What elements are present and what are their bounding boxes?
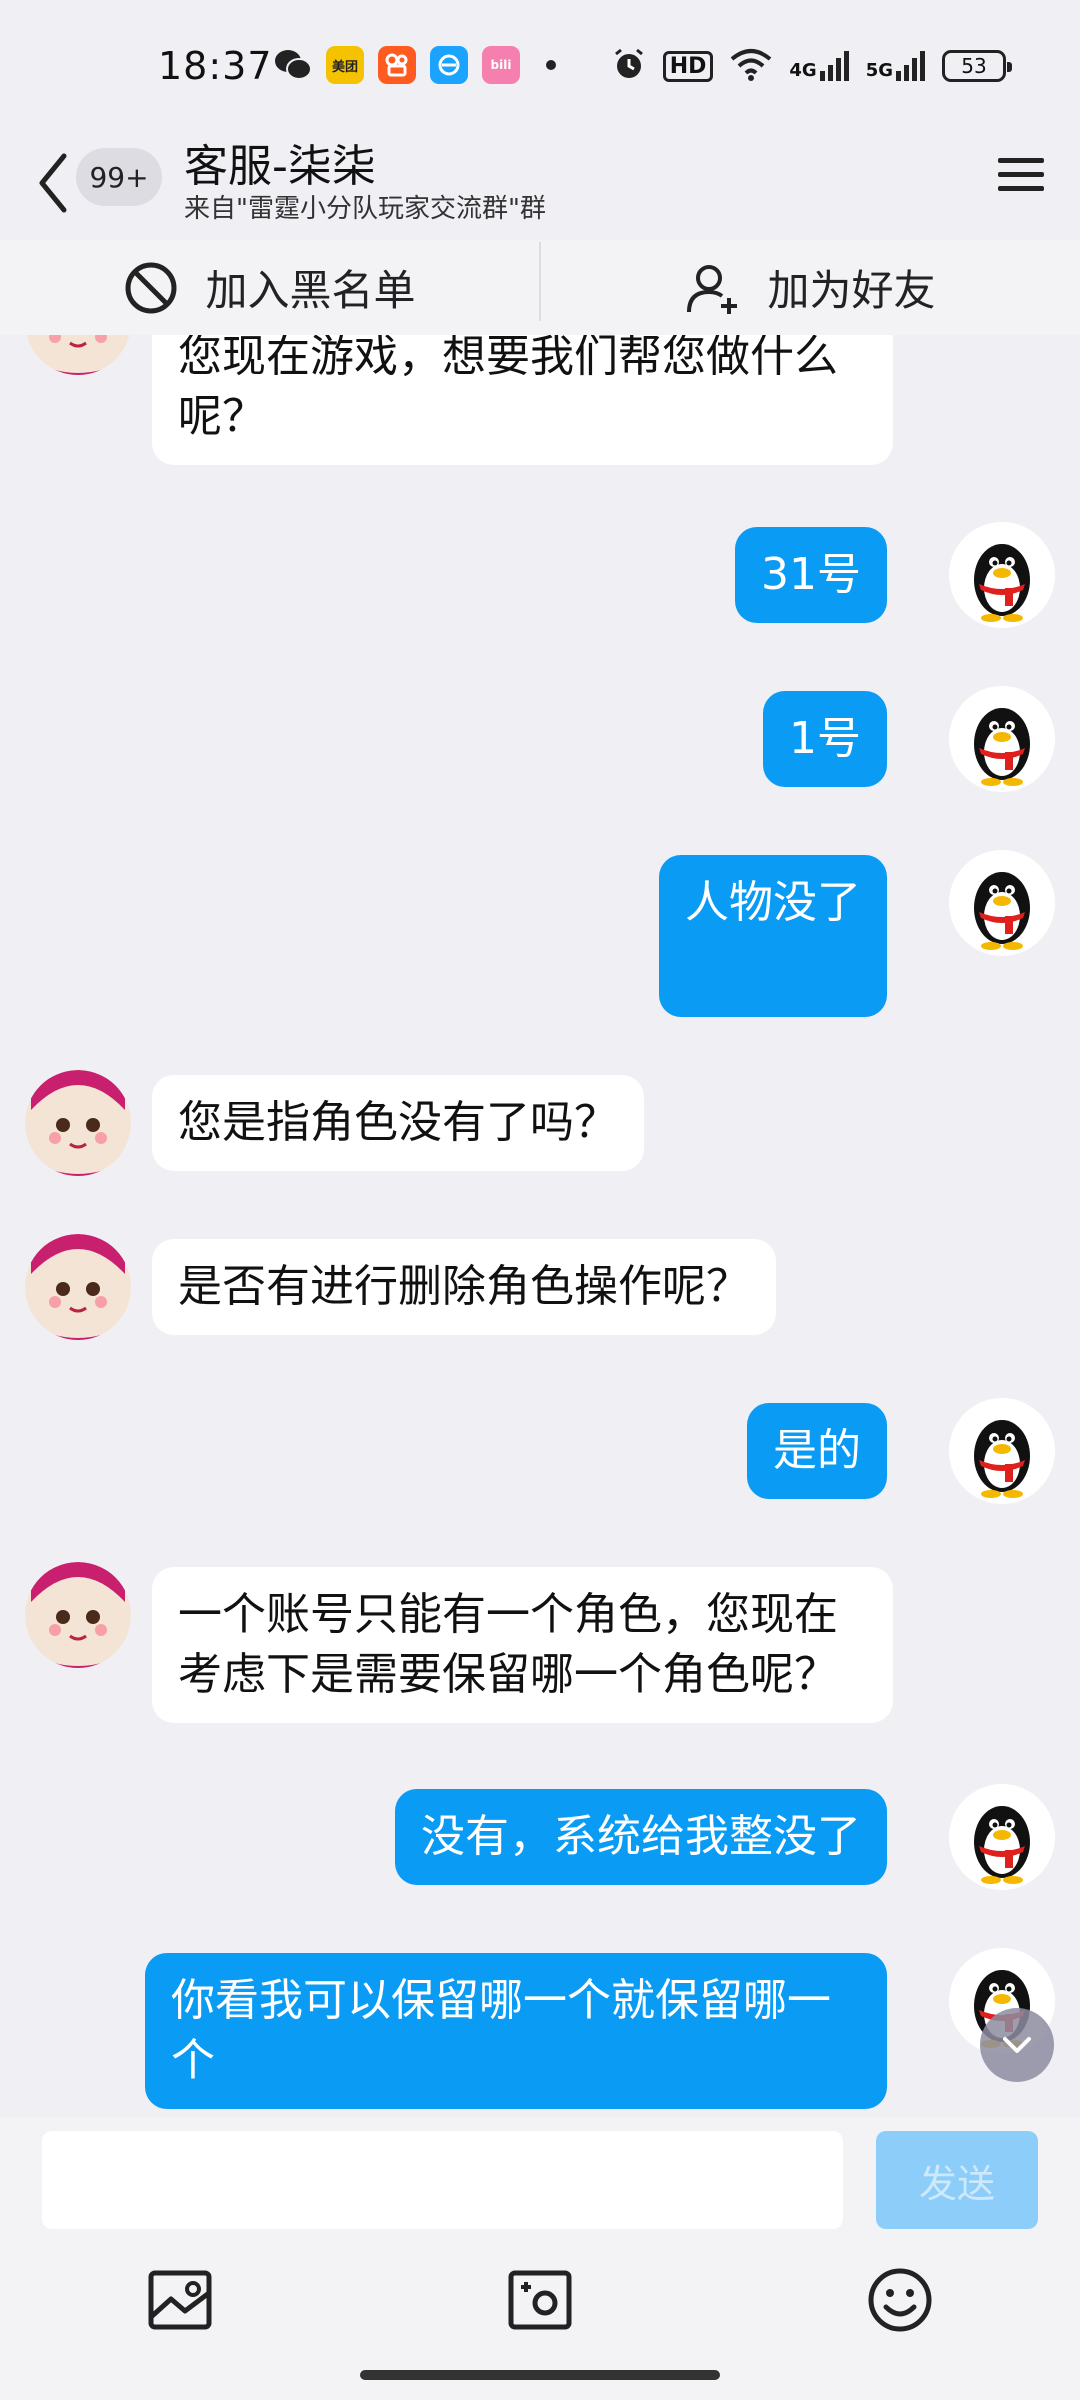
camera-icon[interactable] [505,2265,575,2335]
add-friend-button[interactable]: 加为好友 [541,240,1080,335]
meituan-icon: 美团 [326,46,364,84]
unread-count-badge[interactable]: 99+ [76,148,162,206]
user-avatar[interactable] [949,522,1055,628]
status-app-icons: 美团 bili [274,46,556,84]
add-user-icon [687,264,738,314]
battery-icon: 53 [942,50,1012,82]
blacklist-label: 加入黑名单 [205,266,416,315]
message-bubble-outgoing[interactable]: 人物没了 [659,855,887,1017]
signal-5g-label: 5G [865,60,893,81]
hd-icon: HD [662,50,714,82]
message-bubble-incoming[interactable]: 您现在游戏，想要我们帮您做什么呢？ [152,335,893,465]
add-friend-label: 加为好友 [767,266,936,315]
signal-4g-icon: 4G [789,51,849,81]
chat-subtitle: 来自"雷霆小分队玩家交流群"群 [184,194,546,224]
notification-dot [546,60,556,70]
wifi-icon [729,47,773,85]
message-bubble-outgoing[interactable]: 没有，系统给我整没了 [395,1789,887,1885]
input-area: 发送 [0,2117,1080,2400]
message-bubble-outgoing[interactable]: 1号 [763,691,887,787]
chat-header: 99+ 客服-柒柒 来自"雷霆小分队玩家交流群"群 [0,130,1080,240]
message-bubble-outgoing[interactable]: 是的 [747,1403,887,1499]
home-indicator[interactable] [360,2370,720,2380]
add-to-blacklist-button[interactable]: 加入黑名单 [0,240,539,335]
user-avatar[interactable] [949,1784,1055,1890]
browser-icon [430,46,468,84]
send-button[interactable]: 发送 [876,2131,1038,2229]
status-bar: 18:37 美团 bili HD 4G 5G 53 [0,0,1080,130]
chat-title: 客服-柒柒 [184,141,376,192]
message-bubble-outgoing[interactable]: 31号 [735,527,887,623]
user-avatar[interactable] [949,850,1055,956]
message-bubble-outgoing[interactable]: 你看我可以保留哪一个就保留哪一个 [145,1953,887,2109]
signal-4g-label: 4G [789,60,817,81]
agent-avatar[interactable] [25,1234,131,1340]
menu-icon[interactable] [996,150,1046,200]
bilibili-icon: bili [482,46,520,84]
back-arrow-icon[interactable] [34,148,74,218]
status-indicators: HD 4G 5G 53 [611,46,1012,86]
scroll-to-bottom-button[interactable] [980,2008,1054,2082]
chevron-down-icon [1003,2037,1031,2053]
agent-avatar[interactable] [25,1070,131,1176]
image-icon[interactable] [145,2265,215,2335]
message-bubble-incoming[interactable]: 一个账号只能有一个角色，您现在考虑下是需要保留哪一个角色呢？ [152,1567,893,1723]
alarm-icon [611,46,647,86]
kuaishou-icon [378,46,416,84]
user-avatar[interactable] [949,686,1055,792]
message-bubble-incoming[interactable]: 是否有进行删除角色操作呢？ [152,1239,776,1335]
user-avatar[interactable] [949,1398,1055,1504]
message-list[interactable]: 您现在游戏，想要我们帮您做什么呢？ 31号 1号 人物没了 您是指角色没有了吗？… [0,335,1080,2117]
emoji-icon[interactable] [865,2265,935,2335]
block-icon [125,262,177,313]
status-time: 18:37 [158,44,273,88]
action-bar: 加入黑名单 加为好友 [0,240,1080,335]
signal-5g-icon: 5G [866,51,926,81]
agent-avatar[interactable] [25,335,131,375]
message-bubble-incoming[interactable]: 您是指角色没有了吗？ [152,1075,644,1171]
message-input[interactable] [42,2131,843,2229]
agent-avatar[interactable] [25,1562,131,1668]
wechat-icon [274,46,312,84]
battery-level: 53 [961,54,987,78]
